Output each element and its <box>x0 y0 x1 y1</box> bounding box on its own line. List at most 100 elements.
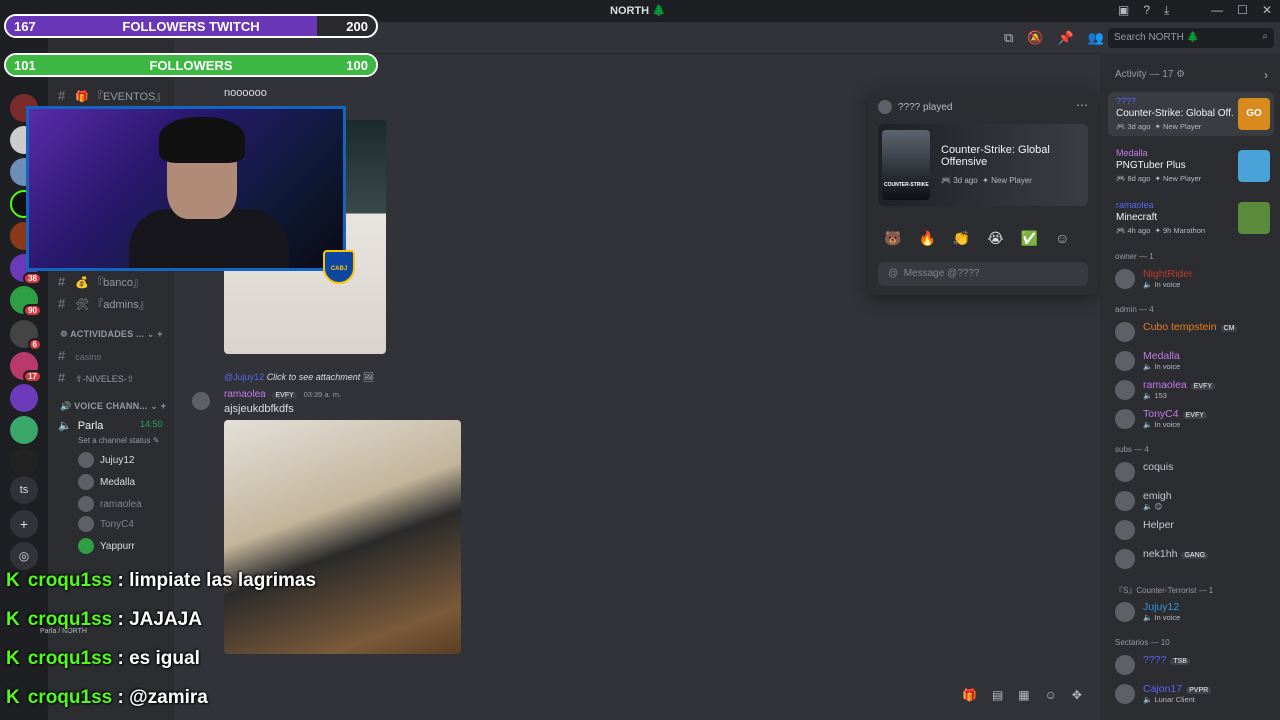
download-icon[interactable]: ⤓ <box>1164 3 1169 18</box>
member-row[interactable]: Cubo tempstein CM <box>1115 321 1238 342</box>
channel-admins[interactable]: # 🛠 『admins』 <box>58 296 150 312</box>
chat-text: : JAJAJA <box>117 609 202 630</box>
avatar <box>1115 462 1135 482</box>
activity-item[interactable]: ramaolea Minecraft 🎮 4h ago ✦ 9h Marathon <box>1108 196 1274 240</box>
voice-user[interactable]: TonyC4 <box>78 516 134 532</box>
role-tag: CM <box>1220 325 1238 332</box>
chat-user: croqu1ss <box>27 687 113 708</box>
voice-channel-parla[interactable]: 🔈 Parla 14:50 <box>58 419 163 432</box>
chevron-right-icon[interactable]: › <box>1264 68 1268 82</box>
reaction-bear[interactable]: 🐻 <box>884 230 901 247</box>
popout-message-input[interactable]: @ Message @???? <box>878 262 1088 286</box>
member-group-header: Sectarios — 10 <box>1115 638 1170 647</box>
discover-icon[interactable]: ◎ <box>10 542 38 570</box>
server-icon[interactable] <box>10 416 38 444</box>
category-actividades[interactable]: ❁ ACTIVIDADES ... ⌄ + <box>60 329 163 340</box>
reaction-clap[interactable]: 👏 <box>953 230 970 247</box>
voice-user[interactable]: Medalla <box>78 474 135 490</box>
activity-item[interactable]: ???? Counter-Strike: Global Off... 🎮 3d ag… <box>1108 92 1274 136</box>
members-icon[interactable]: 👥 <box>1088 30 1104 46</box>
category-voice[interactable]: 🔊 VOICE CHANN... ⌄ + <box>60 401 166 412</box>
server-ts[interactable]: ts <box>10 476 38 504</box>
member-name: nek1hh GANG <box>1143 548 1209 560</box>
member-row[interactable]: NightRider 🔈 In voice <box>1115 268 1193 289</box>
apps-icon[interactable]: ✥ <box>1072 688 1082 702</box>
help-icon[interactable]: ? <box>1143 3 1150 18</box>
emoji-icon[interactable]: ☺ <box>1045 688 1057 702</box>
reaction-cry[interactable]: 😭 <box>987 230 1003 247</box>
game-thumbnail <box>1238 202 1270 234</box>
voice-user-name: Medalla <box>100 476 136 488</box>
avatar[interactable] <box>192 392 210 410</box>
chevron-down-icon: ⌄ <box>150 401 158 411</box>
sticker-icon[interactable]: ▦ <box>1018 688 1029 702</box>
reply-preview[interactable]: @Jujuy12 Click to see attachment 🖼 <box>224 372 374 383</box>
role-tag: PVPR <box>1186 687 1212 694</box>
member-row[interactable]: Medalla 🔈 In voice <box>1115 350 1180 371</box>
more-options-icon[interactable]: ⋯ <box>1076 98 1088 112</box>
channel-status-prompt[interactable]: Set a channel status ✎ <box>78 436 159 445</box>
member-row[interactable]: Cajon17 PVPR 🔈 Lunar Client <box>1115 683 1212 704</box>
member-name: Cubo tempstein CM <box>1143 321 1238 333</box>
activity-note: New Player <box>1162 174 1202 183</box>
inbox-icon[interactable]: ▣ <box>1118 3 1129 18</box>
activity-ago: 8d ago <box>1127 174 1151 183</box>
search-input[interactable]: Search NORTH 🌲 ⌕ <box>1108 28 1274 48</box>
voice-user[interactable]: Yappurr <box>78 538 135 554</box>
member-row[interactable]: Jujuy12 🔈 In voice <box>1115 601 1180 622</box>
note-icon: ✦ <box>1154 226 1163 235</box>
member-name-text: Cubo tempstein <box>1143 321 1217 333</box>
member-row[interactable]: coquis <box>1115 461 1173 482</box>
channel-casino[interactable]: # casino <box>58 348 101 363</box>
member-group-header: 『S』Counter-Terrorist — 1 <box>1115 586 1214 595</box>
activity-header[interactable]: Activity — 17 ⚙ <box>1115 69 1185 80</box>
voice-user[interactable]: Jujuy12 <box>78 452 134 468</box>
pin-icon[interactable]: 📌 <box>1057 30 1073 46</box>
channel-banco[interactable]: # 💰 『banco』 <box>58 274 144 290</box>
gif-icon[interactable]: ▤ <box>992 688 1003 702</box>
attachment-image[interactable] <box>224 420 461 654</box>
reaction-fire[interactable]: 🔥 <box>918 230 935 247</box>
reaction-check[interactable]: ✅ <box>1021 230 1038 247</box>
gift-icon[interactable]: 🎁 <box>962 688 977 702</box>
search-placeholder: Search NORTH <box>1114 32 1184 43</box>
maximize-button[interactable]: ☐ <box>1237 3 1248 17</box>
server-icon[interactable]: 17 <box>10 352 42 383</box>
threads-icon[interactable]: ⧉ <box>1004 30 1013 46</box>
activity-meta: 🎮 8d ago ✦ New Player <box>1116 174 1201 183</box>
member-row[interactable]: Helper <box>1115 519 1174 540</box>
add-server-icon[interactable]: + <box>10 510 38 538</box>
speaker-icon: 🔊 <box>60 401 75 411</box>
minimize-button[interactable]: — <box>1211 3 1223 17</box>
role-tag: EVFY <box>1182 412 1207 419</box>
member-row[interactable]: nek1hh GANG <box>1115 548 1209 569</box>
server-icon[interactable]: 90 <box>10 286 42 317</box>
activity-item[interactable]: Medalla PNGTuber Plus 🎮 8d ago ✦ New Playe… <box>1108 144 1274 188</box>
game-note: New Player <box>991 176 1032 185</box>
status-icon: 🔈 <box>1143 391 1155 400</box>
member-name-text: Medalla <box>1143 350 1180 362</box>
server-icon[interactable] <box>10 384 38 412</box>
member-name: ramaolea EVFY <box>1143 379 1216 391</box>
member-row[interactable]: TonyC4 EVFY 🔈 In voice <box>1115 408 1207 429</box>
add-channel-icon[interactable]: + <box>161 401 166 411</box>
message-author[interactable]: ramaolea <box>224 389 266 400</box>
gear-icon: ⚙ <box>1176 69 1186 80</box>
server-icon[interactable]: 6 <box>10 320 42 351</box>
add-channel-icon[interactable]: + <box>157 329 162 339</box>
game-card[interactable]: COUNTER-STRIKE Counter-Strike: Global Of… <box>878 124 1088 206</box>
channel-eventos[interactable]: # 🎁 『EVENTOS』 <box>58 88 166 104</box>
server-icon[interactable] <box>10 448 38 476</box>
member-group-header: owner — 1 <box>1115 252 1154 261</box>
controller-icon: 🎮 <box>1116 174 1128 183</box>
close-button[interactable]: ✕ <box>1262 3 1272 17</box>
mute-bell-icon[interactable]: 🔕 <box>1027 30 1043 46</box>
voice-user[interactable]: ramaolea <box>78 496 142 512</box>
member-row[interactable]: ???? TSB <box>1115 654 1190 675</box>
voice-channel-label: Parla <box>77 420 104 432</box>
channel-niveles[interactable]: # ⇧-NIVELES-⇧ <box>58 370 134 385</box>
member-row[interactable]: ramaolea EVFY 🔈 153 <box>1115 379 1216 400</box>
member-name-text: NightRider <box>1143 268 1193 280</box>
member-row[interactable]: emigh 🔈 😊 <box>1115 490 1172 511</box>
reaction-add[interactable]: ☺ <box>1055 230 1069 247</box>
